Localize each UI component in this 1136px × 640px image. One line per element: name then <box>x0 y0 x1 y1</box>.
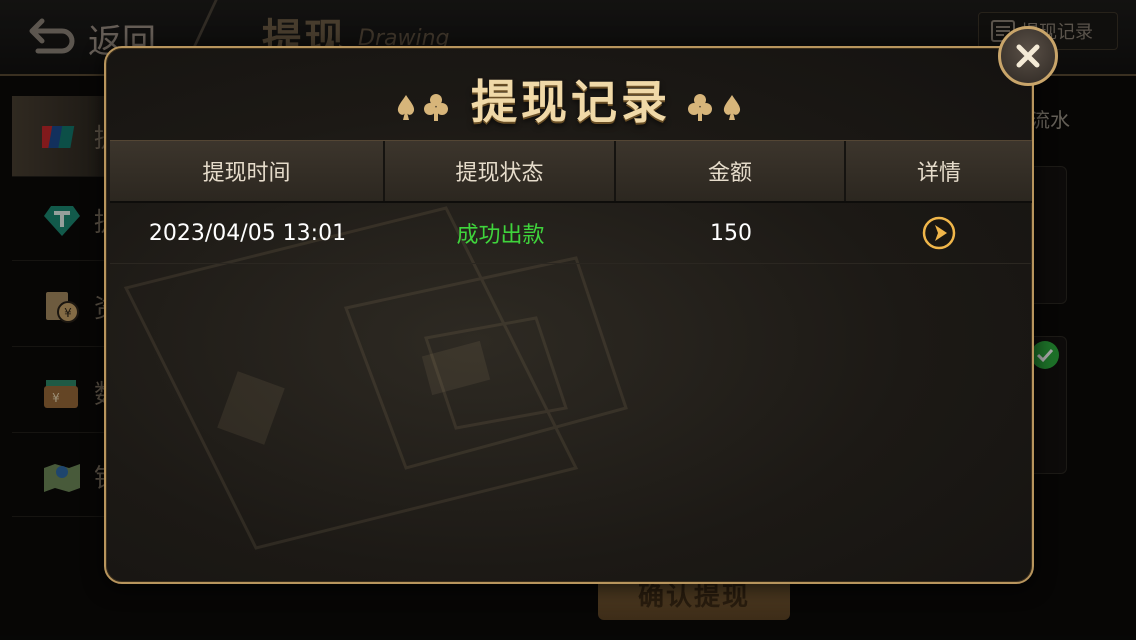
column-header: 提现时间 <box>110 141 385 201</box>
close-button[interactable] <box>998 26 1058 86</box>
table-header: 提现时间 提现状态 金额 详情 <box>110 140 1032 203</box>
close-icon <box>1016 44 1040 68</box>
column-header: 详情 <box>916 161 961 186</box>
table-row: 2023/04/05 13:01 成功出款 150 <box>110 203 1032 264</box>
withdraw-record-table: 提现时间 提现状态 金额 详情 2023/04/05 13:01 成功出款 15… <box>110 140 1032 264</box>
dialog-title: 提现记录 <box>471 75 671 129</box>
withdraw-status: 成功出款 <box>456 223 545 248</box>
dialog-header: 提现记录 <box>106 48 1032 140</box>
arrow-right-circle-icon[interactable] <box>922 216 956 250</box>
withdraw-amount: 150 <box>710 220 752 246</box>
club-spade-icon <box>688 94 741 121</box>
withdraw-time: 2023/04/05 13:01 <box>148 220 347 246</box>
column-header: 提现状态 <box>385 141 616 201</box>
detail-cell <box>846 203 1032 263</box>
column-header: 金额 <box>616 141 846 201</box>
withdraw-record-dialog: 提现记录 提现时间 提现状态 金额 详情 2023/04/05 13:01 成功… <box>104 46 1034 584</box>
